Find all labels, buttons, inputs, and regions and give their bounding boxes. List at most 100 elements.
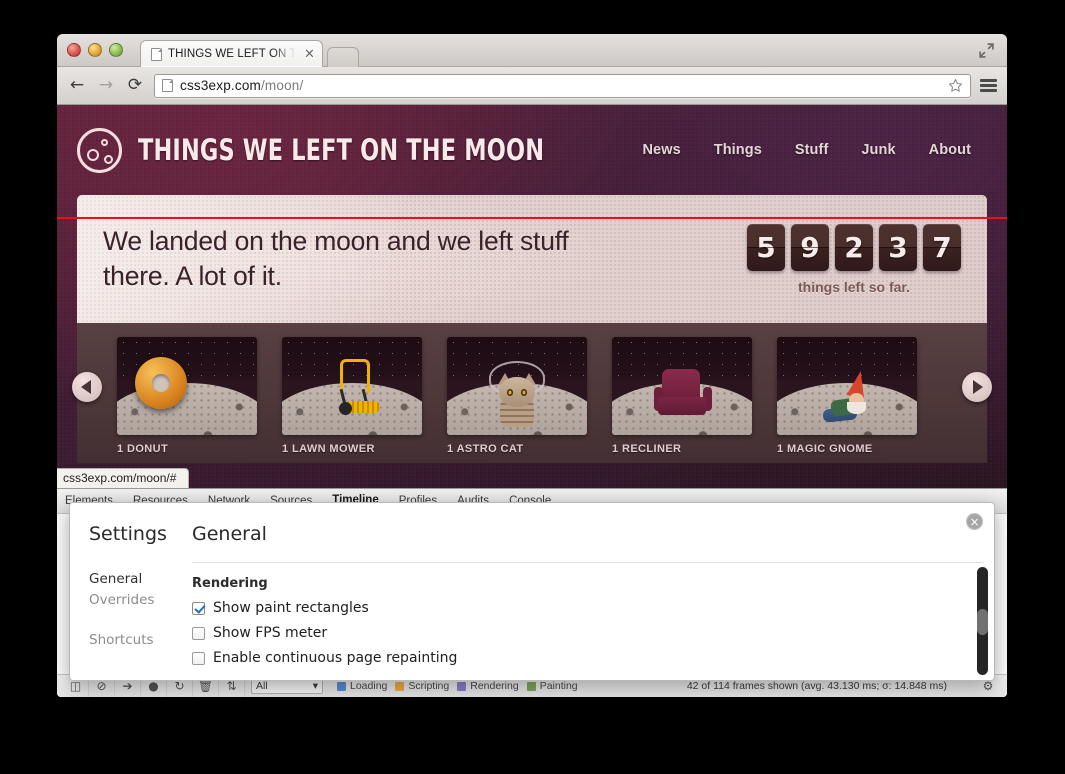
settings-pane-title: General xyxy=(192,523,267,545)
legend-loading: Loading xyxy=(337,680,387,692)
legend-label: Loading xyxy=(350,680,388,692)
card-thumbnail xyxy=(117,337,257,435)
settings-nav-overrides[interactable]: Overrides xyxy=(89,592,182,608)
carousel-card[interactable]: 1 RECLINER xyxy=(612,337,752,455)
counter-digits: 5 9 2 3 7 xyxy=(747,223,961,271)
page-security-icon xyxy=(162,79,173,92)
option-label: Show paint rectangles xyxy=(213,600,369,616)
desktop-background: THINGS WE LEFT ON THE M × ← → ⟳ css3exp.… xyxy=(0,0,1065,774)
legend-label: Rendering xyxy=(470,680,519,692)
minimize-window-button[interactable] xyxy=(88,43,102,57)
close-settings-icon[interactable]: × xyxy=(966,513,983,530)
settings-scrollbar[interactable] xyxy=(977,567,988,675)
card-label: 1 ASTRO CAT xyxy=(447,443,524,455)
browser-menu-button[interactable] xyxy=(980,79,997,92)
carousel-card[interactable]: 1 LAWN MOWER xyxy=(282,337,422,455)
page-icon xyxy=(151,47,162,61)
nav-item-things[interactable]: Things xyxy=(714,142,762,158)
site-title: THINGS WE LEFT ON THE MOON xyxy=(138,133,545,167)
page-viewport: THINGS WE LEFT ON THE MOON News Things S… xyxy=(57,105,1007,488)
divider xyxy=(192,562,984,563)
carousel-track: 1 DONUT 1 LAWN MOWER 1 ASTRO CAT 1 RECLI… xyxy=(77,337,987,455)
reload-button[interactable]: ⟳ xyxy=(125,76,145,96)
astro-cat-illustration xyxy=(487,361,547,427)
legend-painting: Painting xyxy=(526,680,578,692)
browser-tab[interactable]: THINGS WE LEFT ON THE M × xyxy=(140,40,323,67)
card-thumbnail xyxy=(282,337,422,435)
card-label: 1 MAGIC GNOME xyxy=(777,443,873,455)
nav-item-news[interactable]: News xyxy=(642,142,680,158)
card-thumbnail xyxy=(612,337,752,435)
close-icon[interactable]: × xyxy=(304,48,315,61)
address-bar[interactable]: css3exp.com/moon/ xyxy=(154,73,971,98)
expand-window-icon[interactable] xyxy=(978,42,995,59)
carousel-prev-button[interactable] xyxy=(72,372,102,402)
site-navigation: News Things Stuff Junk About xyxy=(642,142,985,158)
legend-swatch xyxy=(337,681,346,691)
items-carousel: 1 DONUT 1 LAWN MOWER 1 ASTRO CAT 1 RECLI… xyxy=(72,323,992,463)
settings-section-title: Rendering xyxy=(192,576,268,591)
things-counter: 5 9 2 3 7 things left so far. xyxy=(747,223,961,295)
window-controls xyxy=(67,43,123,57)
option-label: Enable continuous page repainting xyxy=(213,650,458,666)
browser-titlebar: THINGS WE LEFT ON THE M × xyxy=(57,34,1007,67)
settings-title: Settings xyxy=(89,523,167,545)
close-window-button[interactable] xyxy=(67,43,81,57)
nav-item-junk[interactable]: Junk xyxy=(861,142,895,158)
url-text: css3exp.com/moon/ xyxy=(180,78,304,93)
legend-scripting: Scripting xyxy=(395,680,449,692)
tab-strip: THINGS WE LEFT ON THE M × xyxy=(140,40,359,67)
checkbox[interactable] xyxy=(192,626,205,640)
legend-swatch xyxy=(526,681,536,691)
settings-dialog: Settings General Overrides Shortcuts Gen… xyxy=(69,502,995,681)
card-label: 1 DONUT xyxy=(117,443,169,455)
settings-nav-general[interactable]: General xyxy=(89,571,182,587)
card-thumbnail xyxy=(447,337,587,435)
carousel-card[interactable]: 1 DONUT xyxy=(117,337,257,455)
option-show-paint-rectangles[interactable]: Show paint rectangles xyxy=(192,600,994,616)
nav-item-about[interactable]: About xyxy=(929,142,971,158)
counter-digit: 7 xyxy=(923,223,961,271)
settings-nav: General Overrides Shortcuts xyxy=(89,571,182,648)
hero-headline: We landed on the moon and we left stuff … xyxy=(103,225,569,291)
moon-logo-icon xyxy=(77,127,122,173)
checkbox[interactable] xyxy=(192,651,205,665)
bookmark-star-icon[interactable] xyxy=(948,78,963,93)
frames-summary: 42 of 114 frames shown (avg. 43.130 ms; … xyxy=(686,680,947,692)
magic-gnome-illustration xyxy=(822,369,881,423)
site-header: THINGS WE LEFT ON THE MOON News Things S… xyxy=(57,105,1007,195)
forward-button[interactable]: → xyxy=(96,76,116,96)
legend-label: Scripting xyxy=(408,680,450,692)
nav-item-stuff[interactable]: Stuff xyxy=(795,142,829,158)
donut-illustration xyxy=(135,357,187,409)
settings-content: General Rendering Show paint rectangles … xyxy=(182,503,994,680)
new-tab-button[interactable] xyxy=(327,47,359,67)
counter-caption: things left so far. xyxy=(797,278,910,295)
hero-banner: We landed on the moon and we left stuff … xyxy=(77,195,987,323)
checkbox[interactable] xyxy=(192,601,205,615)
legend-rendering: Rendering xyxy=(457,680,519,692)
card-label: 1 RECLINER xyxy=(612,443,682,455)
carousel-card[interactable]: 1 MAGIC GNOME xyxy=(777,337,917,455)
carousel-card[interactable]: 1 ASTRO CAT xyxy=(447,337,587,455)
option-enable-continuous-page-repainting[interactable]: Enable continuous page repainting xyxy=(192,650,994,666)
chevron-down-icon: ▾ xyxy=(312,680,318,692)
carousel-next-button[interactable] xyxy=(962,372,992,402)
recliner-illustration xyxy=(654,369,712,421)
maximize-window-button[interactable] xyxy=(109,43,123,57)
card-label: 1 LAWN MOWER xyxy=(282,443,375,455)
option-label: Show FPS meter xyxy=(213,625,328,641)
counter-digit: 2 xyxy=(835,223,873,271)
browser-toolbar: ← → ⟳ css3exp.com/moon/ xyxy=(57,67,1007,105)
counter-digit: 9 xyxy=(791,223,829,271)
settings-nav-shortcuts[interactable]: Shortcuts xyxy=(89,632,182,648)
option-show-fps-meter[interactable]: Show FPS meter xyxy=(192,625,994,641)
tab-title: THINGS WE LEFT ON THE M xyxy=(168,48,296,60)
legend-label: Painting xyxy=(539,680,578,692)
card-thumbnail xyxy=(777,337,917,435)
link-status-bubble: css3exp.com/moon/# xyxy=(57,468,190,488)
back-button[interactable]: ← xyxy=(67,76,87,96)
lawn-mower-illustration xyxy=(330,359,386,415)
legend-swatch xyxy=(457,681,467,691)
settings-sidebar: Settings General Overrides Shortcuts xyxy=(70,503,182,680)
